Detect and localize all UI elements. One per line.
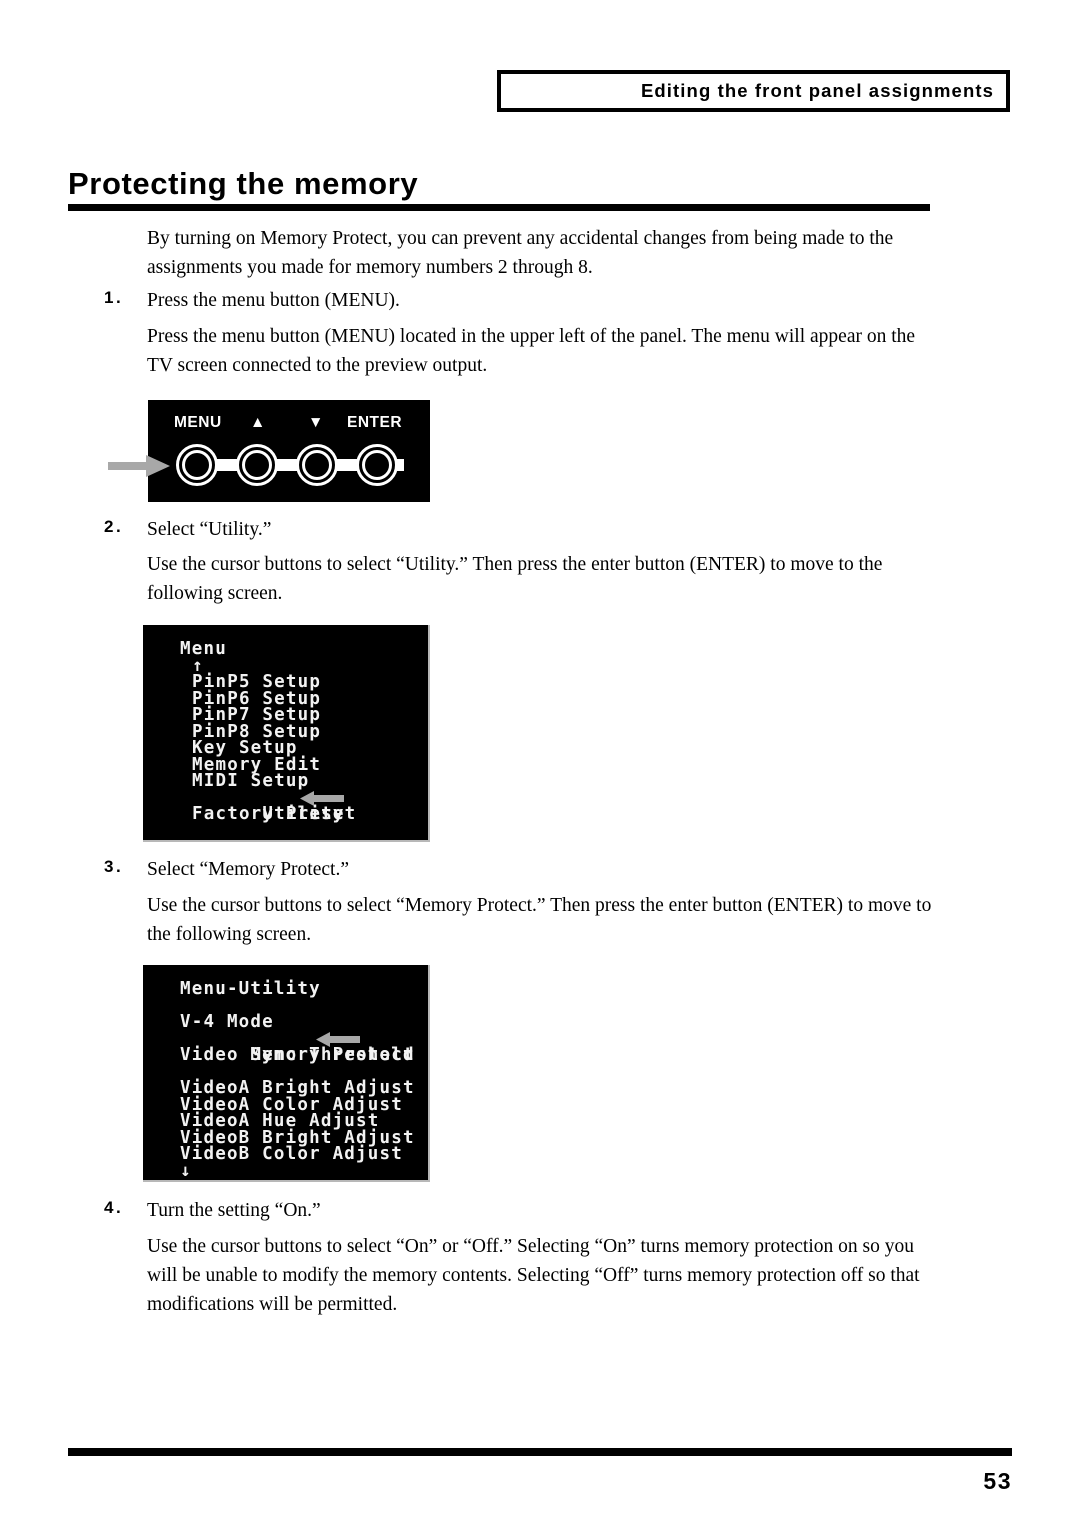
intro-paragraph: By turning on Memory Protect, you can pr…	[147, 228, 894, 278]
up-button-knob	[236, 444, 278, 486]
menu-button-knob	[176, 444, 218, 486]
step-1-number: 1.	[104, 288, 124, 307]
footer-rule	[68, 1448, 1012, 1456]
running-header: Editing the front panel assignments	[497, 70, 1010, 112]
lcd-utility-content: Menu-Utility V-4 Mode Memory Protect Vid…	[180, 979, 424, 1179]
panel-label-enter: ENTER	[347, 414, 403, 431]
enter-button-knob	[356, 444, 398, 486]
step-2-heading: Select “Utility.”	[147, 519, 272, 540]
running-header-text: Editing the front panel assignments	[640, 80, 994, 101]
title-underline	[68, 204, 930, 211]
lcd-menu-screen: Menu ↑ PinP5 Setup PinP6 Setup PinP7 Set…	[143, 625, 430, 842]
lcd-utility-scroll-down-icon: ↓	[180, 1160, 192, 1181]
lcd-menu-item: Factory Preset	[192, 804, 357, 824]
step-2-body: Use the cursor buttons to select “Utilit…	[147, 554, 883, 604]
panel-label-menu: MENU	[174, 414, 222, 431]
front-panel-figure: MENU ▲ ▼ ENTER	[148, 400, 430, 502]
lcd-utility-item: V-4 Mode	[180, 1012, 274, 1032]
menu-pointer-arrow	[108, 455, 170, 477]
down-button-knob	[296, 444, 338, 486]
step-2-number: 2.	[104, 517, 124, 536]
step-1-heading: Press the menu button (MENU).	[147, 290, 400, 311]
step-4-body: Use the cursor buttons to select “On” or…	[147, 1236, 920, 1315]
page-title: Protecting the memory	[68, 166, 419, 201]
lcd-menu-title: Menu	[180, 639, 227, 659]
step-1-body: Press the menu button (MENU) located in …	[147, 326, 916, 376]
step-3-body: Use the cursor buttons to select “Memory…	[147, 895, 932, 945]
page-number: 53	[983, 1468, 1012, 1494]
down-arrow-icon: ▼	[308, 414, 324, 431]
step-3-number: 3.	[104, 857, 124, 876]
lcd-menu-item: MIDI Setup	[192, 771, 310, 791]
up-arrow-icon: ▲	[250, 414, 266, 431]
step-4-number: 4.	[104, 1198, 124, 1217]
lcd-utility-item: VideoB Color Adjust	[180, 1144, 403, 1164]
lcd-menu-content: Menu ↑ PinP5 Setup PinP6 Setup PinP7 Set…	[180, 641, 424, 836]
panel-label-row: MENU ▲ ▼ ENTER	[148, 414, 430, 436]
lcd-utility-item: Video Sync Threshold	[180, 1045, 415, 1065]
step-3-heading: Select “Memory Protect.”	[147, 859, 349, 880]
lcd-utility-title: Menu-Utility	[180, 979, 321, 999]
step-4-heading: Turn the setting “On.”	[147, 1200, 321, 1221]
lcd-utility-screen: Menu-Utility V-4 Mode Memory Protect Vid…	[143, 965, 430, 1182]
